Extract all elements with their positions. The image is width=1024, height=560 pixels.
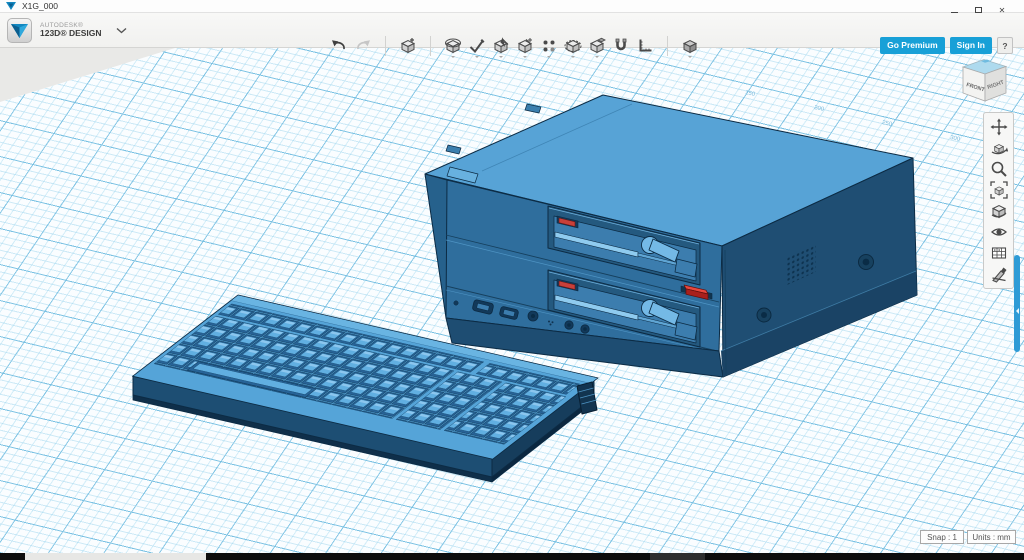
redo-icon[interactable] [354,37,372,55]
titlebar: X1G_000 ✕ [0,0,1024,13]
orbit-icon[interactable] [990,139,1008,157]
zoom-icon[interactable] [990,160,1008,178]
pan-icon[interactable] [990,118,1008,136]
construct-icon[interactable] [492,37,510,55]
side-panel-handle[interactable] [1014,255,1020,352]
units-status[interactable]: Units : mm [967,530,1016,544]
brand-logo-icon [7,18,32,43]
sign-in-button[interactable]: Sign In [950,37,992,54]
grid-settings-icon[interactable] [990,244,1008,262]
snap-status[interactable]: Snap : 1 [920,530,964,544]
account-area: Go Premium Sign In ? [880,37,1013,54]
snap-icon[interactable] [612,37,630,55]
brand-product: 123D® DESIGN [40,29,102,38]
transform-icon[interactable] [399,37,417,55]
app-menu[interactable]: AUTODESK® 123D® DESIGN [7,16,127,45]
combine-icon[interactable] [588,37,606,55]
taskbar-item[interactable] [25,553,206,560]
primitives-icon[interactable] [444,37,462,55]
view-style-icon[interactable] [990,202,1008,220]
pattern-icon[interactable] [540,37,558,55]
minimize-button[interactable] [946,0,962,13]
collapse-arrow-icon [1013,308,1019,314]
material-paint-icon[interactable] [990,265,1008,283]
fit-view-icon[interactable] [990,181,1008,199]
toolbar-separator [430,36,431,56]
maximize-icon [975,7,982,13]
go-premium-button[interactable]: Go Premium [880,37,945,54]
measure-icon[interactable] [636,37,654,55]
view-cube[interactable]: FRONT RIGHT [963,60,1006,102]
close-button[interactable]: ✕ [994,0,1010,13]
close-icon: ✕ [999,6,1006,15]
material-icon[interactable] [681,37,699,55]
sketch-icon[interactable] [468,37,486,55]
grouping-icon[interactable] [564,37,582,55]
maximize-button[interactable] [970,0,986,13]
scene-3d: FRONT RIGHT [0,48,1024,553]
main-toolbar [330,33,699,59]
app-window: X1G_000 ✕ AUTODESK® 123D® DESIGN [0,0,1024,560]
computer-model[interactable] [425,95,917,377]
toolbar-separator [385,36,386,56]
undo-icon[interactable] [330,37,348,55]
help-button[interactable]: ? [997,37,1013,54]
os-taskbar[interactable] [0,553,1024,560]
app-logo-icon [6,2,16,11]
minimize-icon [951,8,958,13]
app-header: AUTODESK® 123D® DESIGN [0,13,1024,48]
viewport[interactable]: 150 200 250 300 [0,48,1024,553]
visibility-icon[interactable] [990,223,1008,241]
chevron-down-icon[interactable] [116,27,127,34]
view-navigation-panel [983,112,1014,289]
window-title: X1G_000 [22,1,58,11]
modify-icon[interactable] [516,37,534,55]
taskbar-item[interactable] [650,553,705,560]
toolbar-separator [667,36,668,56]
